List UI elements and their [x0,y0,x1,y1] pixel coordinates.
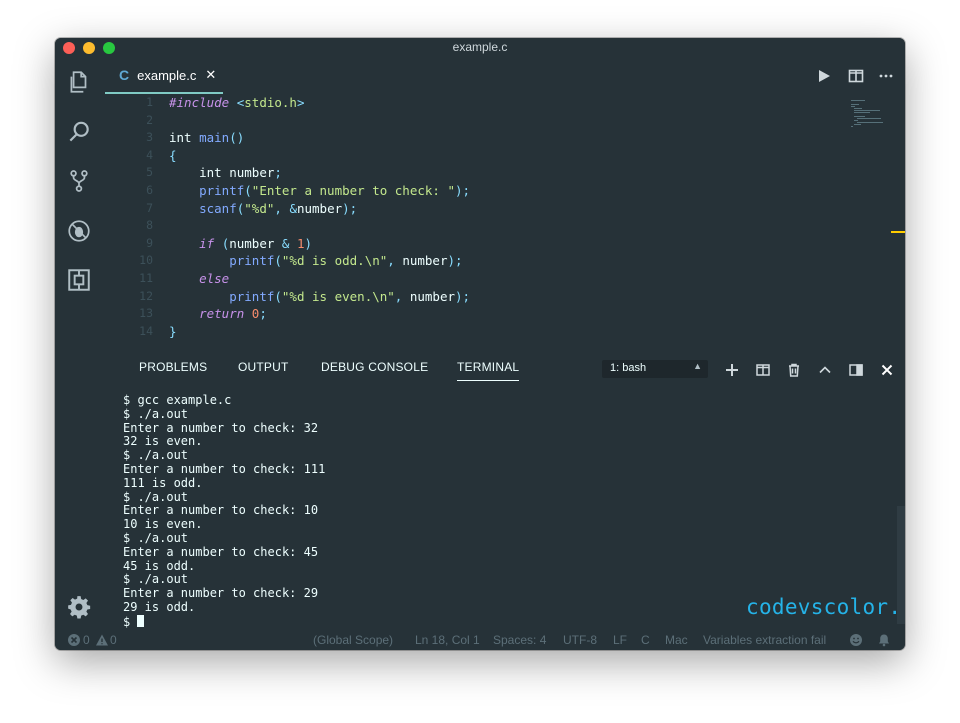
line-number: 10 [139,253,153,268]
terminal-line: 111 is odd. [123,475,203,490]
window-title: example.c [452,40,508,54]
platform[interactable]: Mac [665,633,688,647]
terminal-cursor [137,614,145,627]
terminal-line: Enter a number to check: 45 [123,544,319,559]
extensions-icon[interactable] [63,264,95,296]
terminal-line: Enter a number to check: 32 [123,420,319,435]
tab-problems[interactable]: PROBLEMS [139,360,207,374]
trash-icon[interactable] [785,361,803,379]
code-lines[interactable]: #include <stdio.h> int main(){ int numbe… [169,94,789,340]
c-language-icon: C [119,67,130,83]
terminal-line: Enter a number to check: 111 [123,461,326,476]
tab-label: example.c [137,67,197,83]
line-number: 11 [139,270,153,285]
minimap[interactable] [851,100,895,130]
terminal-line: 10 is even. [123,517,203,532]
indentation[interactable]: Spaces: 4 [493,633,546,647]
bottom-panel: PROBLEMS OUTPUT DEBUG CONSOLE TERMINAL 1… [103,344,905,630]
code-line[interactable] [169,112,789,130]
terminal-line: $ gcc example.c [123,393,232,407]
split-terminal-icon[interactable] [754,361,772,379]
line-number: 1 [146,95,153,109]
line-number: 7 [146,200,153,215]
language-mode[interactable]: C [641,633,650,647]
terminal-line: 45 is odd. [123,558,196,573]
line-number-gutter: 1 2 3 4 5 6 7 8 9 10 11 12 13 14 [103,94,153,340]
more-actions-icon[interactable] [876,66,896,86]
activity-bar [55,58,103,630]
terminal-select-value: 1: bash [610,362,647,374]
cursor-position[interactable]: Ln 18, Col 1 [415,633,480,647]
watermark: codevscolor.com [746,595,905,619]
vscode-window: example.c C example.c ✕ 1 2 3 4 5 6 7 8 … [55,38,905,650]
terminal-line: $ ./a.out [123,448,189,463]
scope-indicator[interactable]: (Global Scope) [313,633,393,647]
code-line[interactable]: printf("%d is odd.\n", number); [169,252,789,270]
error-count[interactable]: 0 [83,633,90,647]
tab-debug-console[interactable]: DEBUG CONSOLE [321,360,428,374]
terminal-output[interactable]: $ gcc example.c $ ./a.out Enter a number… [123,393,883,629]
split-editor-icon[interactable] [846,66,866,86]
encoding[interactable]: UTF-8 [563,633,597,647]
code-line[interactable]: int main() [169,129,789,147]
terminal-line: $ ./a.out [123,572,189,587]
line-number: 5 [146,165,153,180]
status-message[interactable]: Variables extraction fail [703,633,826,647]
overview-ruler-marker [891,231,905,233]
select-arrows-icon: ▲ [693,361,702,371]
code-line[interactable]: int number; [169,164,789,182]
code-editor[interactable]: 1 2 3 4 5 6 7 8 9 10 11 12 13 14 #includ… [103,94,905,344]
new-terminal-icon[interactable] [723,361,741,379]
code-line[interactable]: return 0; [169,305,789,323]
line-number: 14 [139,323,153,338]
code-line[interactable] [169,217,789,235]
close-panel-icon[interactable] [878,361,896,379]
code-line[interactable]: else [169,270,789,288]
terminal-select[interactable]: 1: bash ▲ [602,360,708,378]
terminal-scrollbar[interactable] [897,506,905,624]
error-icon[interactable] [67,633,81,647]
line-number: 2 [146,112,153,127]
end-of-line[interactable]: LF [613,633,627,647]
tab-terminal[interactable]: TERMINAL [457,360,520,381]
line-number: 3 [146,130,153,145]
terminal-line: Enter a number to check: 10 [123,503,319,518]
feedback-smiley-icon[interactable] [849,633,863,647]
code-line[interactable]: scanf("%d", &number); [169,200,789,218]
search-icon[interactable] [63,116,95,148]
status-bar: 0 0 (Global Scope) Ln 18, Col 1 Spaces: … [55,630,905,650]
terminal-line: 32 is even. [123,434,203,449]
terminal-line: $ ./a.out [123,530,189,545]
title-bar: example.c [55,38,905,58]
warning-icon[interactable] [95,633,109,647]
editor-tab-bar: C example.c ✕ [103,58,905,94]
code-line[interactable]: { [169,147,789,165]
chevron-up-icon[interactable] [816,361,834,379]
line-number: 4 [146,147,153,162]
warning-count[interactable]: 0 [110,633,117,647]
line-number: 8 [146,218,153,233]
code-line[interactable]: if (number & 1) [169,235,789,253]
code-line[interactable]: printf("Enter a number to check: "); [169,182,789,200]
terminal-prompt: $ [123,614,131,629]
tab-output[interactable]: OUTPUT [238,360,289,374]
bell-icon[interactable] [877,633,891,647]
tab-example-c[interactable]: C example.c ✕ [105,58,223,94]
source-control-icon[interactable] [63,165,95,197]
run-icon[interactable] [814,66,834,86]
close-icon[interactable]: ✕ [205,68,216,83]
debug-icon[interactable] [63,215,95,247]
line-number: 6 [146,182,153,197]
code-line[interactable]: } [169,323,789,341]
line-number: 9 [146,235,153,250]
gear-icon[interactable] [63,591,95,623]
toggle-panel-position-icon[interactable] [847,361,865,379]
code-line[interactable]: printf("%d is even.\n", number); [169,288,789,306]
line-number: 13 [139,306,153,321]
code-line[interactable]: #include <stdio.h> [169,94,789,112]
terminal-line: $ ./a.out [123,489,189,504]
line-number: 12 [139,288,153,303]
terminal-line: $ ./a.out [123,406,189,421]
explorer-icon[interactable] [63,66,95,98]
